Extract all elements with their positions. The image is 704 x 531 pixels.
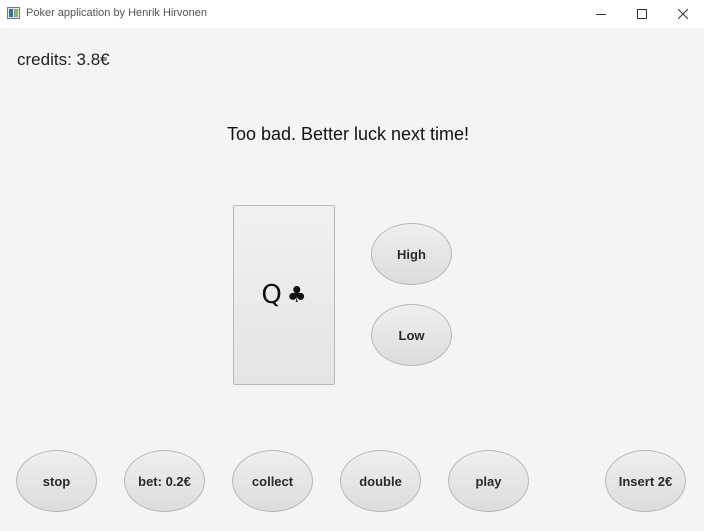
minimize-icon: [596, 14, 606, 15]
insert-coin-button[interactable]: Insert 2€: [605, 450, 686, 512]
high-button[interactable]: High: [371, 223, 452, 285]
game-panel: credits: 3.8€ Too bad. Better luck next …: [0, 28, 704, 531]
bet-button[interactable]: bet: 0.2€: [124, 450, 205, 512]
minimize-button[interactable]: [581, 0, 621, 28]
card-rank: Q: [261, 280, 282, 310]
window-title: Poker application by Henrik Hirvonen: [26, 7, 207, 19]
double-button[interactable]: double: [340, 450, 421, 512]
low-button[interactable]: Low: [371, 304, 452, 366]
close-button[interactable]: [663, 0, 703, 28]
app-icon: [7, 7, 20, 19]
title-bar: Poker application by Henrik Hirvonen: [0, 0, 704, 28]
playing-card: Q ♣: [233, 205, 335, 385]
close-icon: [678, 9, 688, 19]
maximize-icon: [637, 9, 647, 19]
credits-label: credits: 3.8€: [17, 50, 110, 69]
stop-button[interactable]: stop: [16, 450, 97, 512]
maximize-button[interactable]: [622, 0, 662, 28]
result-message: Too bad. Better luck next time!: [226, 124, 470, 144]
play-button[interactable]: play: [448, 450, 529, 512]
collect-button[interactable]: collect: [232, 450, 313, 512]
club-suit-icon: ♣: [286, 282, 307, 308]
